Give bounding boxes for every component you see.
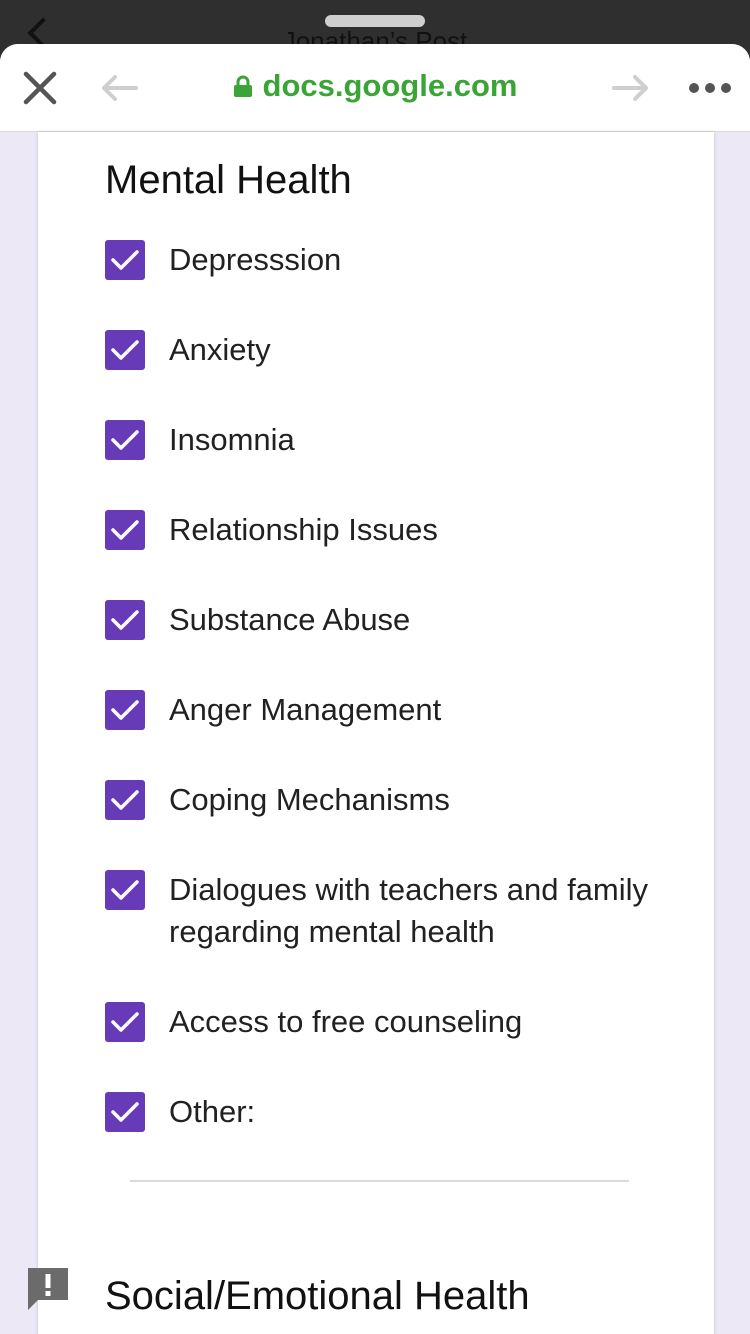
option-free-counseling[interactable]: Access to free counseling: [105, 1002, 665, 1043]
option-label: Depresssion: [169, 242, 342, 277]
forward-arrow-icon[interactable]: [612, 74, 650, 102]
browser-toolbar: docs.google.com: [0, 44, 750, 132]
checkmark-icon: [111, 1102, 139, 1122]
option-label: Relationship Issues: [169, 512, 438, 547]
checkbox[interactable]: [105, 510, 145, 550]
option-coping-mechanisms[interactable]: Coping Mechanisms: [105, 780, 665, 821]
checkmark-icon: [111, 790, 139, 810]
checkbox[interactable]: [105, 870, 145, 910]
checkmark-icon: [111, 340, 139, 360]
checkmark-icon: [111, 700, 139, 720]
checkmark-icon: [111, 250, 139, 270]
option-label: Anger Management: [169, 692, 442, 727]
checkbox[interactable]: [105, 420, 145, 460]
checkmark-icon: [111, 610, 139, 630]
checkbox[interactable]: [105, 1002, 145, 1042]
form-card: Mental Health Depresssion Anxiety Insomn…: [38, 132, 714, 1334]
checkbox[interactable]: [105, 600, 145, 640]
more-icon[interactable]: [684, 72, 736, 104]
option-label: Insomnia: [169, 422, 295, 457]
checkmark-icon: [111, 430, 139, 450]
option-substance-abuse[interactable]: Substance Abuse: [105, 600, 665, 641]
option-label: Access to free counseling: [169, 1004, 523, 1039]
checkbox[interactable]: [105, 330, 145, 370]
option-label: Coping Mechanisms: [169, 782, 450, 817]
checkbox[interactable]: [105, 1092, 145, 1132]
next-section-title: Social/Emotional Health: [105, 1274, 530, 1318]
feedback-icon[interactable]: [26, 1266, 70, 1312]
url-text: docs.google.com: [262, 68, 518, 103]
option-anger-management[interactable]: Anger Management: [105, 690, 665, 731]
checkbox[interactable]: [105, 690, 145, 730]
option-anxiety[interactable]: Anxiety: [105, 330, 665, 371]
option-label: Dialogues with teachers and family regar…: [169, 872, 649, 949]
section-title: Mental Health: [105, 158, 352, 202]
sheet-grabber[interactable]: [325, 15, 425, 27]
option-depression[interactable]: Depresssion: [105, 240, 665, 281]
option-relationship-issues[interactable]: Relationship Issues: [105, 510, 665, 551]
checkmark-icon: [111, 880, 139, 900]
other-text-input-underline[interactable]: [130, 1180, 629, 1182]
lock-icon: [233, 75, 252, 97]
option-label: Other:: [169, 1094, 256, 1129]
checkmark-icon: [111, 520, 139, 540]
checkmark-icon: [111, 1012, 139, 1032]
option-other[interactable]: Other:: [105, 1092, 665, 1133]
option-label: Substance Abuse: [169, 602, 411, 637]
option-insomnia[interactable]: Insomnia: [105, 420, 665, 461]
checkbox[interactable]: [105, 780, 145, 820]
option-dialogues[interactable]: Dialogues with teachers and family regar…: [105, 870, 665, 953]
checkbox[interactable]: [105, 240, 145, 280]
browser-sheet: docs.google.com Mental Health Depresssio…: [0, 44, 750, 1334]
option-label: Anxiety: [169, 332, 271, 367]
